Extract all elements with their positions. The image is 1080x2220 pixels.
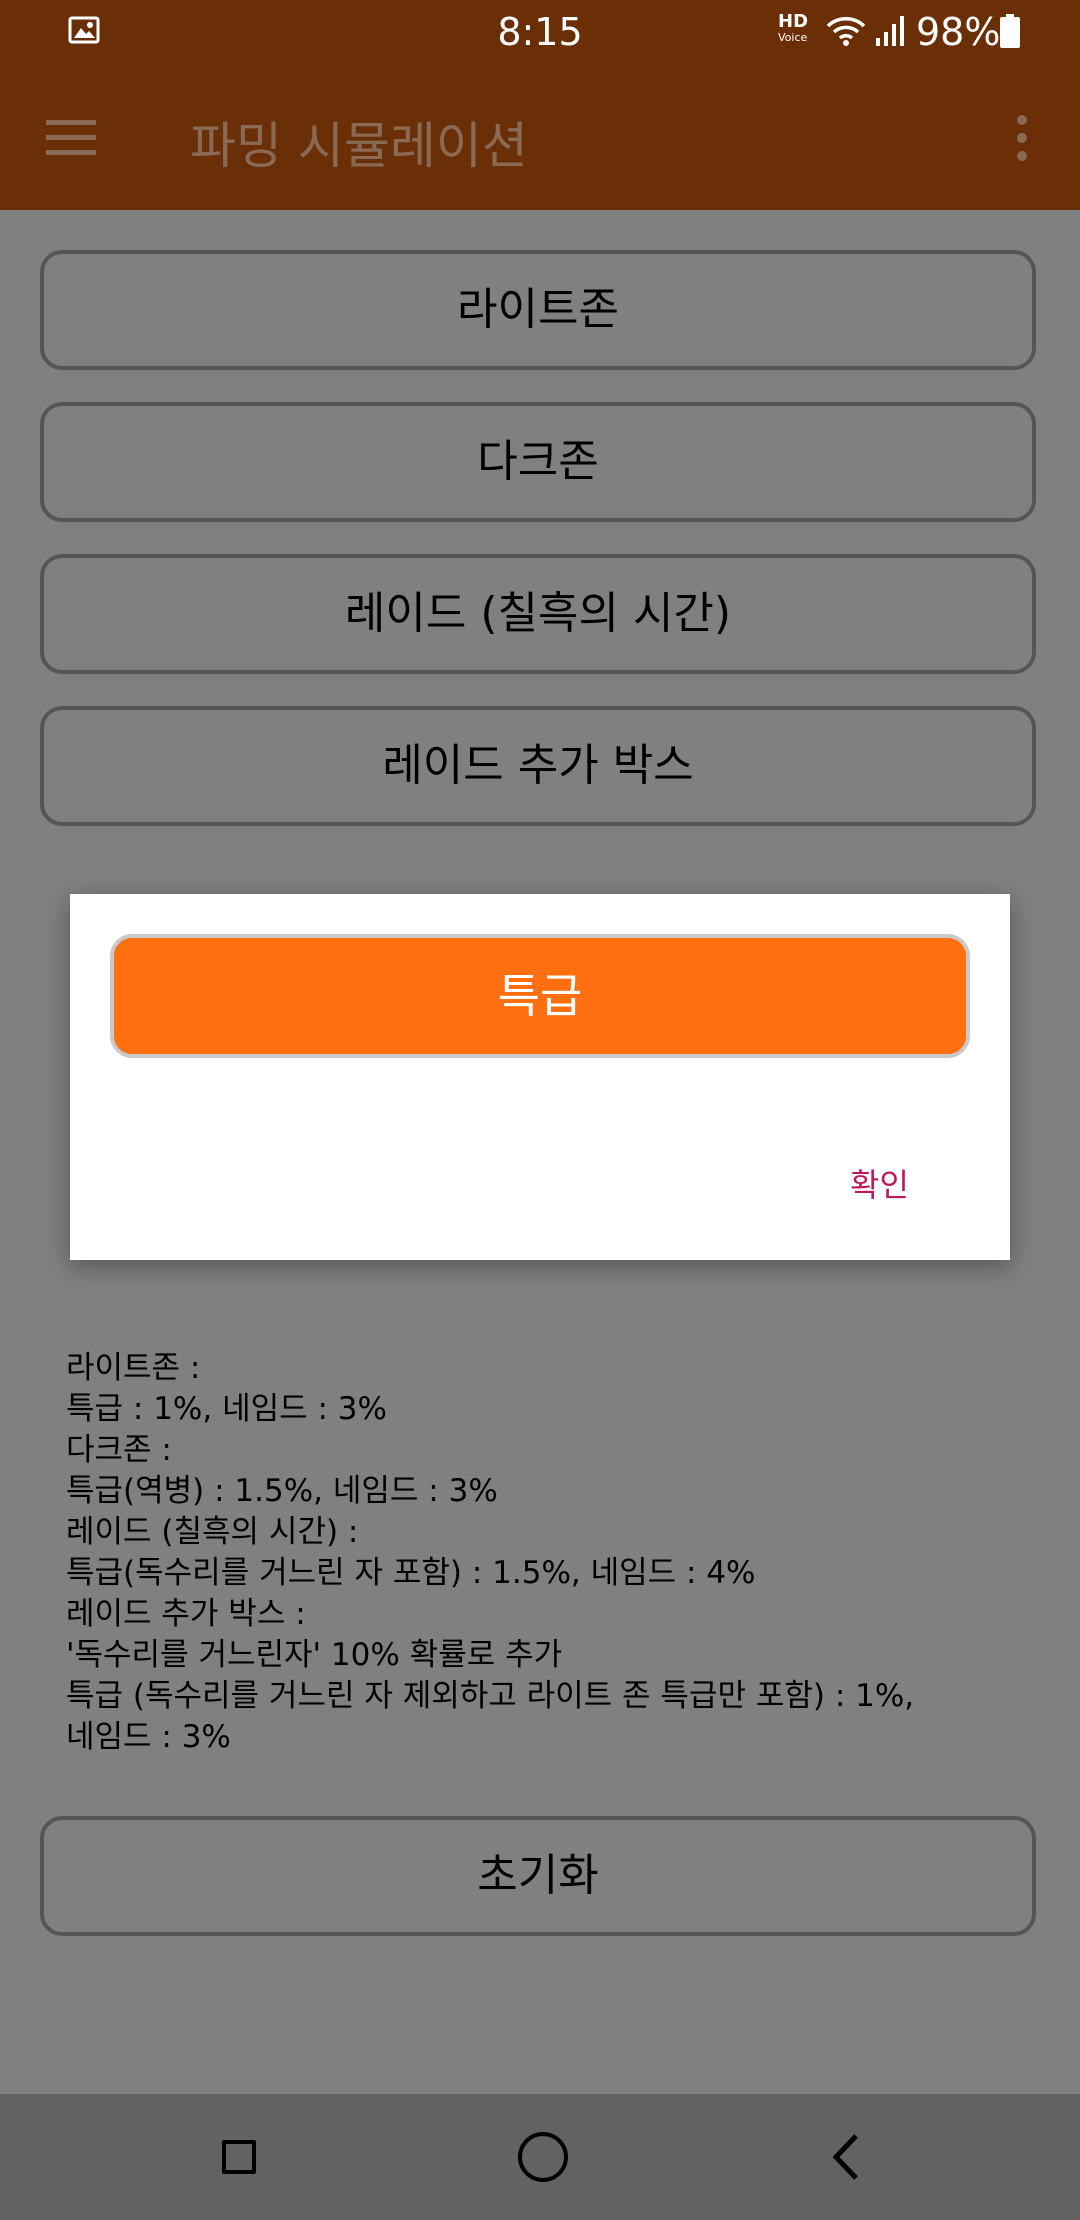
info-line: 특급 (독수리를 거느린 자 제외하고 라이트 존 특급만 포함) : 1%, [66,1678,915,1714]
dark-zone-button[interactable]: 다크존 [40,402,1036,522]
status-bar: 8:15 HD Voice 98% [0,0,1080,66]
info-line: 특급(독수리를 거느린 자 포함) : 1.5%, 네임드 : 4% [66,1555,756,1591]
confirm-button[interactable]: 확인 [850,1160,909,1206]
page-title: 파밍 시뮬레이션 [190,117,528,175]
home-icon[interactable] [518,2132,568,2182]
result-grade-button[interactable]: 특급 [110,934,970,1058]
battery-icon [1000,14,1020,48]
result-dialog: 특급 확인 [70,894,1010,1260]
info-line: '독수리를 거느린자' 10% 확률로 추가 [66,1637,563,1673]
more-vert-icon[interactable] [1008,112,1036,164]
navigation-bar [0,2094,1080,2220]
signal-icon [876,16,904,46]
drop-rate-info: 라이트존 : 특급 : 1%, 네임드 : 3% 다크존 : 특급(역병) : … [66,1348,1026,1758]
hd-voice-icon: HD Voice [778,11,809,46]
back-icon[interactable] [828,2132,862,2182]
raid-button[interactable]: 레이드 (칠흑의 시간) [40,554,1036,674]
info-line: 레이드 (칠흑의 시간) : [66,1514,359,1550]
app-bar: 파밍 시뮬레이션 [0,66,1080,210]
menu-icon[interactable] [44,116,100,160]
info-line: 라이트존 : [66,1350,201,1386]
info-line: 네임드 : 3% [66,1719,231,1755]
recent-apps-icon[interactable] [222,2140,256,2174]
battery-percent: 98% [916,10,1001,54]
hd-label: HD [778,11,809,32]
raid-box-button[interactable]: 레이드 추가 박스 [40,706,1036,826]
info-line: 특급 : 1%, 네임드 : 3% [66,1391,387,1427]
reset-button[interactable]: 초기화 [40,1816,1036,1936]
info-line: 특급(역병) : 1.5%, 네임드 : 3% [66,1473,498,1509]
voice-label: Voice [778,31,808,44]
info-line: 레이드 추가 박스 : [66,1596,306,1632]
light-zone-button[interactable]: 라이트존 [40,250,1036,370]
wifi-icon [826,17,866,46]
info-line: 다크존 : [66,1432,172,1468]
